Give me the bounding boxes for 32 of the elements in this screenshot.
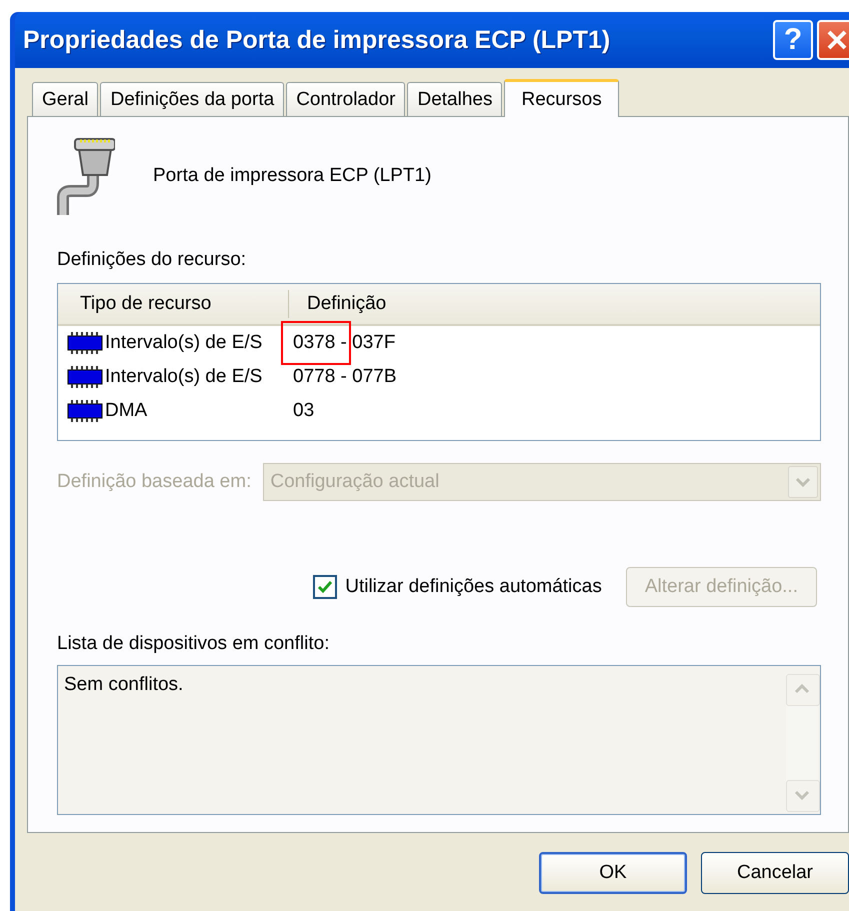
window-title: Propriedades de Porta de impressora ECP (LPT1) [23,26,612,54]
resource-type[interactable]: DMA [105,400,148,422]
setting-based-on-label: Definição baseada em: [57,471,252,493]
automatic-settings-checkbox[interactable]: Utilizar definições automáticas [313,575,602,599]
column-header[interactable]: Tipo de recurso [58,290,289,318]
memory-chip-icon [67,400,103,422]
column-header[interactable]: Definição [289,293,386,315]
checkbox[interactable] [313,575,338,599]
scrollbar[interactable] [786,674,818,812]
memory-chip-icon [67,332,103,354]
resource-setting: 03 [293,400,314,421]
port-connector-icon [57,135,115,217]
close-button[interactable] [817,20,849,60]
tab[interactable]: Geral [32,82,98,116]
conflict-list-label: Lista de dispositivos em conflito: [57,633,330,655]
help-button[interactable]: ? [773,20,813,60]
close-icon [825,28,849,52]
resource-settings-label: Definições do recurso: [57,249,248,271]
resource-type[interactable]: Intervalo(s) de E/S [105,366,262,388]
resource-setting: 0778 - 077B [293,366,397,387]
conflict-text: Sem conflitos. [64,674,184,697]
device-name: Porta de impressora ECP (LPT1) [153,165,432,187]
dialog-button[interactable]: OK [539,852,687,894]
tab[interactable]: Recursos [504,79,619,117]
tab[interactable]: Detalhes [407,82,502,116]
dialog-button[interactable]: Cancelar [701,852,849,894]
memory-chip-icon [67,366,103,388]
tab[interactable]: Controlador [286,82,406,116]
resource-setting: 0378 - 037F [293,332,396,353]
resource-type[interactable]: Intervalo(s) de E/S [105,332,262,354]
tab[interactable]: Definições da porta [100,82,284,116]
checkmark-icon [316,578,334,596]
